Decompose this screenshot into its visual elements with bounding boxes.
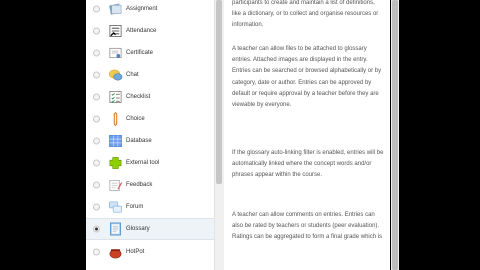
activity-option-hotpot[interactable]: HotPot (86, 241, 214, 263)
activity-option-glossary[interactable]: Glossary (86, 218, 214, 240)
radio-button[interactable] (93, 159, 100, 167)
database-icon (109, 135, 122, 147)
activity-label: External tool (126, 160, 160, 166)
radio-button[interactable] (93, 71, 100, 79)
description-scrollbar-thumb[interactable] (392, 0, 398, 270)
activity-chooser-dialog: Assignment Attendance Certificate Chat C… (86, 0, 390, 270)
forum-icon (109, 201, 122, 213)
activity-label: Choice (126, 116, 145, 122)
activity-option-forum[interactable]: Forum (86, 196, 214, 218)
radio-button[interactable] (93, 181, 100, 189)
activity-label: Forum (126, 204, 144, 210)
description-paragraph: If the glossary auto-linking filter is e… (232, 150, 384, 179)
activity-option-checklist[interactable]: Checklist (86, 86, 214, 108)
certificate-icon (109, 47, 122, 59)
activity-label: Assignment (126, 6, 158, 12)
external-tool-icon (109, 157, 122, 169)
activity-option-feedback[interactable]: Feedback (86, 174, 214, 196)
activity-description-panel: participants to create and maintain a li… (232, 0, 384, 270)
activity-list-scrollbar-thumb[interactable] (216, 0, 222, 184)
activity-option-external-tool[interactable]: External tool (86, 152, 214, 174)
radio-button[interactable] (93, 225, 100, 233)
radio-button[interactable] (93, 248, 100, 256)
description-scrollbar[interactable] (391, 0, 399, 270)
activity-option-choice[interactable]: Choice (86, 108, 214, 130)
activity-label: Glossary (126, 226, 150, 232)
activity-label: Chat (126, 72, 139, 78)
activity-label: Attendance (126, 28, 157, 34)
description-paragraph: A teacher can allow comments on entries.… (232, 212, 383, 241)
radio-button[interactable] (93, 27, 100, 35)
glossary-icon (110, 222, 121, 236)
feedback-icon (109, 179, 123, 191)
activity-list: Assignment Attendance Certificate Chat C… (86, 0, 214, 270)
radio-button[interactable] (93, 203, 100, 211)
activity-option-chat[interactable]: Chat (86, 64, 214, 86)
assignment-icon (109, 3, 122, 15)
checklist-icon (109, 91, 122, 103)
radio-button[interactable] (93, 49, 100, 57)
attendance-icon (109, 25, 122, 37)
description-paragraph: participants to create and maintain a li… (232, 0, 379, 29)
activity-label: Feedback (126, 182, 153, 188)
radio-button[interactable] (93, 5, 100, 13)
choice-icon (113, 112, 118, 126)
activity-option-database[interactable]: Database (86, 130, 214, 152)
description-paragraph: A teacher can allow files to be attached… (232, 46, 382, 109)
radio-button[interactable] (93, 93, 100, 101)
activity-option-attendance[interactable]: Attendance (86, 20, 214, 42)
radio-button[interactable] (93, 137, 100, 145)
activity-label: HotPot (126, 249, 145, 255)
activity-option-assignment[interactable]: Assignment (86, 0, 214, 20)
chat-icon (109, 69, 123, 81)
activity-label: Database (126, 138, 152, 144)
activity-option-certificate[interactable]: Certificate (86, 42, 214, 64)
radio-button[interactable] (93, 115, 100, 123)
activity-label: Certificate (126, 50, 154, 56)
activity-label: Checklist (126, 94, 151, 100)
hotpot-icon (109, 249, 122, 259)
